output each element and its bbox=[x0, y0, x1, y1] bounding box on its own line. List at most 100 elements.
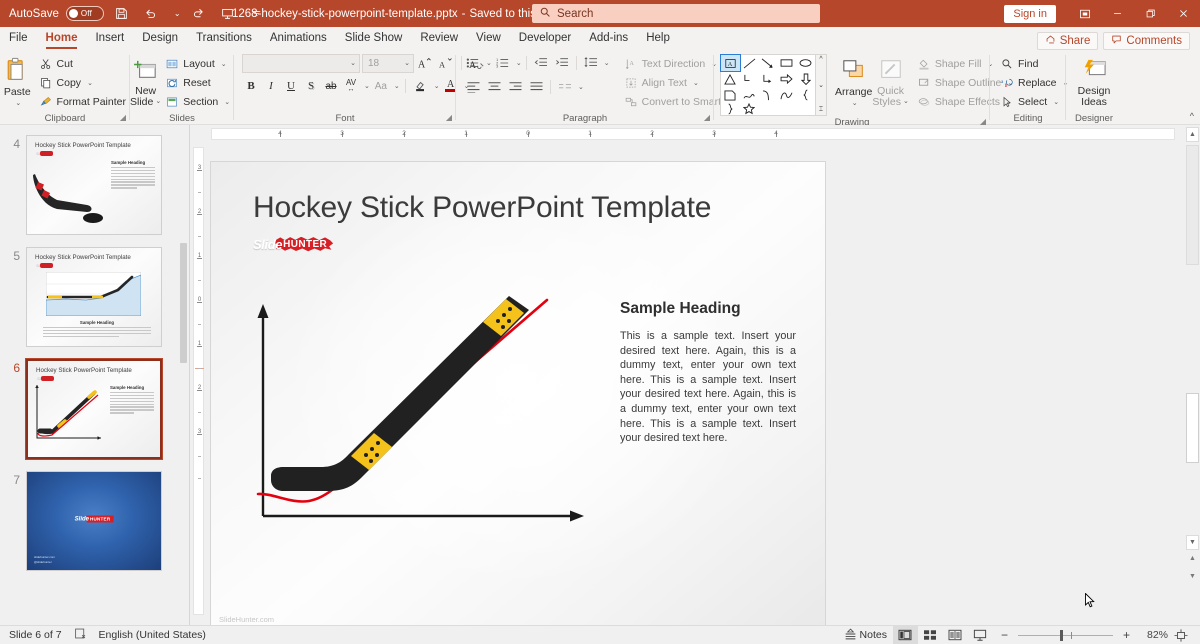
arrange-button[interactable]: Arrange ⌄ bbox=[835, 53, 872, 107]
zoom-level[interactable]: 82% bbox=[1138, 629, 1168, 641]
horizontal-ruler-track[interactable]: 4 3 2 1 0 1 2 3 4 bbox=[211, 128, 1175, 140]
shape-scribble[interactable] bbox=[740, 87, 759, 103]
font-size-combobox[interactable]: 18 ⌄ bbox=[362, 53, 414, 73]
bullets-button[interactable] bbox=[463, 54, 483, 73]
zoom-track[interactable] bbox=[1017, 629, 1113, 641]
text-shadow-button[interactable]: S bbox=[302, 77, 320, 95]
font-name-combobox[interactable]: ⌄ bbox=[242, 53, 360, 73]
close-icon[interactable] bbox=[1167, 0, 1200, 27]
sign-in-button[interactable]: Sign in bbox=[1004, 4, 1056, 23]
font-size-dropdown-icon[interactable]: ⌄ bbox=[404, 59, 410, 67]
minimize-icon[interactable] bbox=[1101, 0, 1134, 27]
save-icon[interactable] bbox=[111, 3, 133, 25]
numbering-dropdown-icon[interactable]: ⌄ bbox=[516, 59, 522, 67]
clipboard-dialog-launcher-icon[interactable]: ◢ bbox=[120, 111, 126, 124]
change-case-dropdown-icon[interactable]: ⌄ bbox=[394, 82, 400, 90]
font-name-dropdown-icon[interactable]: ⌄ bbox=[350, 59, 356, 67]
strikethrough-button[interactable]: ab bbox=[322, 77, 340, 95]
copy-dropdown-icon[interactable]: ⌄ bbox=[87, 79, 93, 87]
shape-right-brace[interactable] bbox=[721, 103, 740, 115]
zoom-in-button[interactable]: + bbox=[1120, 628, 1133, 642]
scroll-down-icon[interactable]: ▼ bbox=[1186, 535, 1199, 550]
slide-vertical-scrollbar[interactable]: ▲ ▼ ▲ ▼ bbox=[1185, 125, 1200, 625]
align-text-dropdown-icon[interactable]: ⌄ bbox=[693, 79, 699, 87]
scroll-up-icon[interactable]: ▲ bbox=[1186, 127, 1199, 142]
tab-home[interactable]: Home bbox=[37, 27, 87, 50]
shape-line[interactable] bbox=[740, 55, 759, 71]
thumbnail-scrollbar-thumb[interactable] bbox=[180, 243, 187, 363]
align-center-button[interactable] bbox=[484, 78, 504, 97]
tab-developer[interactable]: Developer bbox=[510, 27, 580, 50]
thumbnail-slide-4[interactable]: Hockey Stick PowerPoint Template Slide S… bbox=[26, 135, 162, 235]
quick-styles-button[interactable]: Quick Styles ⌄ bbox=[872, 53, 909, 107]
shape-pentagon-flowchart[interactable] bbox=[721, 87, 740, 103]
list-item[interactable]: 7 Slide HUNTER slidehunter.com @slidehunt… bbox=[0, 465, 175, 577]
slide-heading[interactable]: Sample Heading bbox=[620, 300, 741, 318]
share-button[interactable]: Share bbox=[1036, 32, 1099, 50]
shapes-scroll-up-icon[interactable]: ^ bbox=[819, 56, 822, 63]
list-item[interactable]: 6 Hockey Stick PowerPoint Template Slide bbox=[0, 353, 175, 465]
shape-curve[interactable] bbox=[759, 87, 778, 103]
paste-dropdown-icon[interactable]: ⌄ bbox=[15, 99, 21, 107]
tab-animations[interactable]: Animations bbox=[261, 27, 336, 50]
thumbnail-scrollbar[interactable] bbox=[178, 125, 189, 625]
justify-button[interactable] bbox=[526, 78, 546, 97]
redo-icon[interactable] bbox=[188, 3, 210, 25]
align-right-button[interactable] bbox=[505, 78, 525, 97]
thumbnail-slide-6[interactable]: Hockey Stick PowerPoint Template Slide bbox=[25, 358, 163, 460]
list-item[interactable]: 4 Hockey Stick PowerPoint Template Slide bbox=[0, 129, 175, 241]
copy-button[interactable]: Copy ⌄ bbox=[35, 74, 130, 92]
zoom-knob[interactable] bbox=[1059, 629, 1063, 641]
tab-design[interactable]: Design bbox=[133, 27, 187, 50]
increase-font-size-button[interactable]: A bbox=[416, 54, 435, 72]
next-slide-icon[interactable]: ▼ bbox=[1187, 573, 1198, 580]
replace-button[interactable]: ab Replace ⌄ bbox=[996, 74, 1072, 92]
cut-button[interactable]: Cut bbox=[35, 55, 130, 73]
shape-arrow[interactable] bbox=[759, 55, 778, 71]
paragraph-dialog-launcher-icon[interactable]: ◢ bbox=[704, 111, 710, 124]
thumbnail-slide-5[interactable]: Hockey Stick PowerPoint Template Slide S… bbox=[26, 247, 162, 347]
shape-elbow-arrow[interactable] bbox=[759, 71, 778, 87]
quick-styles-dropdown-icon[interactable]: ⌄ bbox=[903, 97, 909, 107]
align-left-button[interactable] bbox=[463, 78, 483, 97]
italic-button[interactable]: I bbox=[262, 77, 280, 95]
shape-left-brace[interactable] bbox=[796, 87, 815, 103]
highlight-icon[interactable] bbox=[411, 77, 430, 95]
layout-dropdown-icon[interactable]: ⌄ bbox=[221, 60, 227, 68]
ribbon-display-options-icon[interactable] bbox=[1068, 0, 1101, 27]
shape-oval[interactable] bbox=[796, 55, 815, 71]
decrease-indent-button[interactable] bbox=[531, 54, 551, 73]
character-spacing-button[interactable]: AV ↔ bbox=[342, 77, 360, 95]
slide-canvas[interactable]: Hockey Stick PowerPoint Template Slide H… bbox=[211, 162, 825, 625]
select-button[interactable]: Select ⌄ bbox=[996, 93, 1072, 111]
section-button[interactable]: Section ⌄ bbox=[161, 93, 234, 111]
shape-elbow-connector[interactable] bbox=[740, 71, 759, 87]
shapes-scroll-down-icon[interactable]: ⌄ bbox=[818, 81, 824, 89]
language-indicator[interactable]: English (United States) bbox=[99, 629, 206, 641]
shapes-gallery-scrollbar[interactable]: ^ ⌄ ⌶ bbox=[816, 54, 827, 116]
shape-arc[interactable] bbox=[777, 87, 796, 103]
format-painter-button[interactable]: Format Painter bbox=[35, 93, 130, 111]
section-dropdown-icon[interactable]: ⌄ bbox=[224, 98, 230, 106]
tab-insert[interactable]: Insert bbox=[86, 27, 133, 50]
undo-dropdown-icon[interactable]: ⌄ bbox=[174, 9, 181, 18]
scrollbar-track-upper[interactable] bbox=[1186, 145, 1199, 265]
columns-dropdown-icon[interactable]: ⌄ bbox=[578, 83, 584, 91]
tab-review[interactable]: Review bbox=[411, 27, 467, 50]
arrange-dropdown-icon[interactable]: ⌄ bbox=[852, 99, 858, 107]
shape-down-arrow[interactable] bbox=[796, 71, 815, 87]
list-item[interactable]: 5 Hockey Stick PowerPoint Template Slide bbox=[0, 241, 175, 353]
layout-button[interactable]: Layout ⌄ bbox=[161, 55, 234, 73]
tab-slide-show[interactable]: Slide Show bbox=[336, 27, 412, 50]
bullets-dropdown-icon[interactable]: ⌄ bbox=[486, 59, 492, 67]
columns-button[interactable] bbox=[555, 78, 575, 97]
shapes-more-icon[interactable]: ⌶ bbox=[819, 106, 823, 114]
autosave-toggle[interactable]: Off bbox=[65, 6, 104, 21]
increase-indent-button[interactable] bbox=[552, 54, 572, 73]
shape-right-arrow[interactable] bbox=[777, 71, 796, 87]
reset-button[interactable]: Reset bbox=[161, 74, 234, 92]
shape-text-box[interactable]: A bbox=[720, 54, 741, 72]
font-dialog-launcher-icon[interactable]: ◢ bbox=[446, 111, 452, 124]
new-slide-button[interactable]: New Slide ⌄ bbox=[130, 53, 161, 107]
bold-button[interactable]: B bbox=[242, 77, 260, 95]
